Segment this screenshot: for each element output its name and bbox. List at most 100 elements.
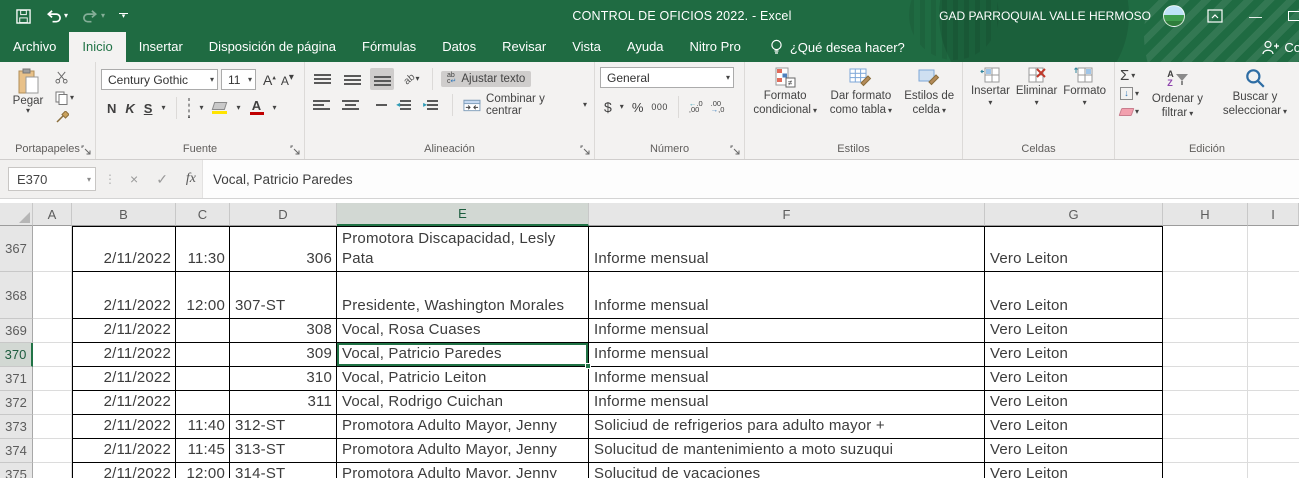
cell-F367[interactable]: Informe mensual: [589, 226, 985, 272]
save-button[interactable]: [16, 9, 31, 24]
tab-vista[interactable]: Vista: [559, 32, 614, 62]
cell-I369[interactable]: [1248, 319, 1299, 343]
cell-G371[interactable]: Vero Leiton: [985, 367, 1163, 391]
font-color-caret[interactable]: ▾: [273, 104, 277, 112]
cell-G370[interactable]: Vero Leiton: [985, 343, 1163, 367]
align-middle-button[interactable]: [340, 68, 364, 90]
cell-C373[interactable]: 11:40: [176, 415, 230, 439]
cell-H369[interactable]: [1163, 319, 1248, 343]
cancel-button[interactable]: ×: [130, 171, 138, 187]
underline-button[interactable]: S: [144, 101, 153, 116]
row-header-372[interactable]: 372: [0, 391, 33, 415]
fill-button[interactable]: ↓▾: [1120, 86, 1139, 101]
fill-color-button[interactable]: [212, 102, 227, 114]
col-header-A[interactable]: A: [33, 203, 72, 226]
underline-caret[interactable]: ▾: [161, 104, 165, 112]
orientation-button[interactable]: ab▾: [400, 68, 424, 90]
align-center-button[interactable]: [339, 94, 362, 116]
row-header-367[interactable]: 367: [0, 226, 33, 272]
cell-B375[interactable]: 2/11/2022: [72, 463, 176, 478]
cell-D371[interactable]: 310: [230, 367, 337, 391]
align-bottom-button[interactable]: [370, 68, 394, 90]
cell-A373[interactable]: [33, 415, 72, 439]
col-header-F[interactable]: F: [589, 203, 985, 226]
cell-styles-button[interactable]: Estilos de celda▾: [901, 66, 957, 118]
cell-E374[interactable]: Promotora Adulto Mayor, Jenny: [337, 439, 589, 463]
cell-H367[interactable]: [1163, 226, 1248, 272]
tab-datos[interactable]: Datos: [429, 32, 489, 62]
select-all-corner[interactable]: [0, 203, 33, 226]
clear-button[interactable]: ▾: [1120, 104, 1139, 119]
col-header-E-selected[interactable]: E: [337, 203, 589, 226]
cell-E370-selected[interactable]: Vocal, Patricio Paredes: [337, 343, 589, 367]
formula-input[interactable]: Vocal, Patricio Paredes: [202, 160, 1299, 198]
font-color-button[interactable]: A: [250, 101, 264, 115]
cell-B374[interactable]: 2/11/2022: [72, 439, 176, 463]
row-header-368[interactable]: 368: [0, 272, 33, 319]
align-right-button[interactable]: [367, 94, 390, 116]
currency-button[interactable]: $: [604, 99, 612, 115]
cell-G374[interactable]: Vero Leiton: [985, 439, 1163, 463]
row-header-369[interactable]: 369: [0, 319, 33, 343]
undo-button[interactable]: ▾: [45, 9, 68, 23]
insert-cells-button[interactable]: Insertar ▾: [971, 66, 1010, 107]
borders-caret[interactable]: ▾: [199, 104, 203, 112]
share-button[interactable]: Co: [1262, 32, 1299, 62]
cell-A375[interactable]: [33, 463, 72, 478]
cell-B367[interactable]: 2/11/2022: [72, 226, 176, 272]
increase-indent-button[interactable]: ▸: [423, 98, 444, 112]
cell-F368[interactable]: Informe mensual: [589, 272, 985, 319]
cell-C367[interactable]: 11:30: [176, 226, 230, 272]
cell-H372[interactable]: [1163, 391, 1248, 415]
cell-H371[interactable]: [1163, 367, 1248, 391]
decrease-font-button[interactable]: A▾: [281, 72, 294, 88]
cell-I373[interactable]: [1248, 415, 1299, 439]
cell-E375[interactable]: Promotora Adulto Mayor, Jenny: [337, 463, 589, 478]
cell-H374[interactable]: [1163, 439, 1248, 463]
cell-D374[interactable]: 313-ST: [230, 439, 337, 463]
cell-B368[interactable]: 2/11/2022: [72, 272, 176, 319]
tab-revisar[interactable]: Revisar: [489, 32, 559, 62]
account-name[interactable]: GAD PARROQUIAL VALLE HERMOSO: [939, 9, 1151, 23]
redo-button[interactable]: ▾: [82, 9, 105, 23]
increase-font-button[interactable]: A▴: [263, 72, 276, 88]
cell-I374[interactable]: [1248, 439, 1299, 463]
clipboard-dialog-launcher[interactable]: [81, 145, 92, 156]
alignment-dialog-launcher[interactable]: [580, 145, 591, 156]
cell-C371[interactable]: [176, 367, 230, 391]
cell-C370[interactable]: [176, 343, 230, 367]
currency-caret[interactable]: ▾: [620, 103, 624, 111]
cell-I370[interactable]: [1248, 343, 1299, 367]
cell-F369[interactable]: Informe mensual: [589, 319, 985, 343]
row-header-374[interactable]: 374: [0, 439, 33, 463]
cell-B369[interactable]: 2/11/2022: [72, 319, 176, 343]
row-header-370-selected[interactable]: 370: [0, 343, 33, 367]
cell-E371[interactable]: Vocal, Patricio Leiton: [337, 367, 589, 391]
paste-button[interactable]: Pegar ▾: [5, 66, 51, 115]
cell-A368[interactable]: [33, 272, 72, 319]
cell-E373[interactable]: Promotora Adulto Mayor, Jenny: [337, 415, 589, 439]
tab-ayuda[interactable]: Ayuda: [614, 32, 677, 62]
sort-filter-button[interactable]: AZ Ordenar y filtrar▾: [1147, 66, 1208, 142]
col-header-B[interactable]: B: [72, 203, 176, 226]
increase-decimal-button[interactable]: ←.0,00: [689, 101, 703, 114]
cell-I367[interactable]: [1248, 226, 1299, 272]
find-select-button[interactable]: Buscar y seleccionar▾: [1216, 66, 1294, 142]
delete-cells-button[interactable]: Eliminar ▾: [1016, 66, 1058, 107]
cell-H375[interactable]: [1163, 463, 1248, 478]
cell-A372[interactable]: [33, 391, 72, 415]
cell-I368[interactable]: [1248, 272, 1299, 319]
fill-color-caret[interactable]: ▾: [236, 104, 240, 112]
cell-A371[interactable]: [33, 367, 72, 391]
minimize-button[interactable]: —: [1249, 9, 1262, 24]
tab-nitro-pro[interactable]: Nitro Pro: [677, 32, 754, 62]
italic-button[interactable]: K: [125, 101, 134, 116]
row-header-375[interactable]: 375: [0, 463, 33, 478]
format-as-table-button[interactable]: Dar formato como tabla▾: [820, 66, 901, 118]
font-name-select[interactable]: Century Gothic ▾: [101, 69, 218, 90]
cell-F371[interactable]: Informe mensual: [589, 367, 985, 391]
cell-I371[interactable]: [1248, 367, 1299, 391]
cell-C369[interactable]: [176, 319, 230, 343]
cell-D372[interactable]: 311: [230, 391, 337, 415]
name-box[interactable]: E370 ▾: [8, 167, 96, 191]
